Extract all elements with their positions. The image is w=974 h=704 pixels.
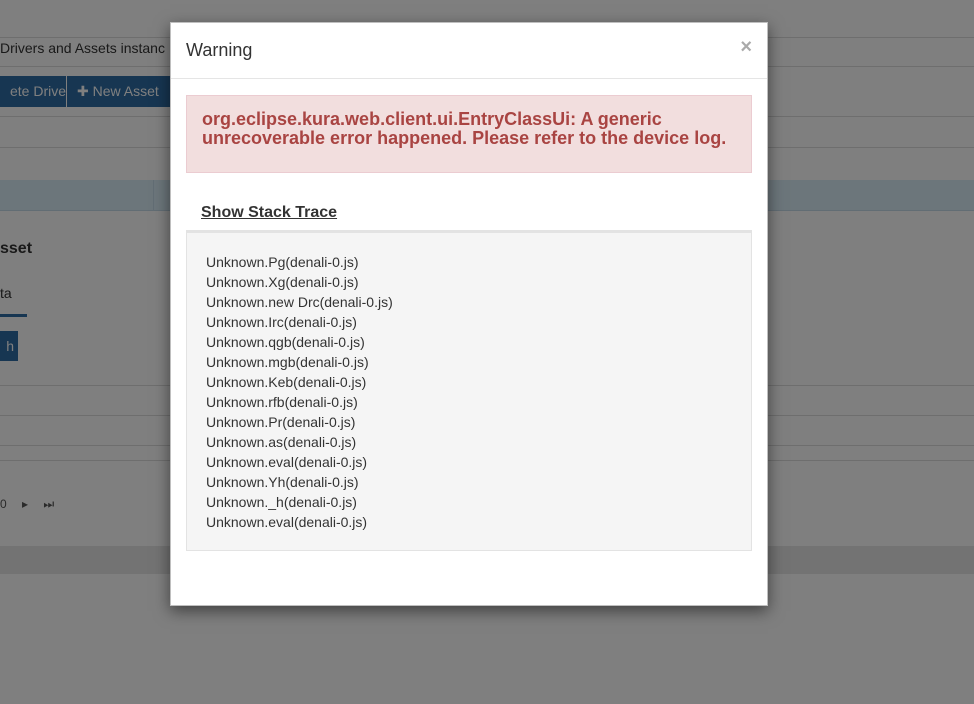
stack-trace-line: Unknown.as(denali-0.js) xyxy=(206,434,357,450)
stack-trace-line: Unknown.rfb(denali-0.js) xyxy=(206,394,358,410)
stack-trace-line: Unknown._h(denali-0.js) xyxy=(206,494,357,510)
close-icon[interactable]: × xyxy=(740,37,752,57)
warning-dialog: Warning × org.eclipse.kura.web.client.ui… xyxy=(170,22,768,606)
stack-trace-line: Unknown.Xg(denali-0.js) xyxy=(206,274,359,290)
show-stack-trace-link[interactable]: Show Stack Trace xyxy=(201,204,337,222)
stack-trace-line: Unknown.Yh(denali-0.js) xyxy=(206,474,359,490)
stack-trace-line: Unknown.new Drc(denali-0.js) xyxy=(206,294,393,310)
stack-trace-line: Unknown.Pr(denali-0.js) xyxy=(206,414,356,430)
stack-trace-line: Unknown.Irc(denali-0.js) xyxy=(206,314,357,330)
stack-trace-line: Unknown.mgb(denali-0.js) xyxy=(206,354,369,370)
stack-trace-line: Unknown.Keb(denali-0.js) xyxy=(206,374,367,390)
stack-trace-line: Unknown.eval(denali-0.js) xyxy=(206,454,368,470)
error-alert: org.eclipse.kura.web.client.ui.EntryClas… xyxy=(186,95,752,173)
stack-trace-line: Unknown.eval(denali-0.js) xyxy=(206,514,368,530)
error-message: org.eclipse.kura.web.client.ui.EntryClas… xyxy=(202,109,727,148)
dialog-header: Warning × xyxy=(171,23,767,79)
stack-trace-line: Unknown.Pg(denali-0.js) xyxy=(206,254,359,270)
dialog-title: Warning xyxy=(186,40,253,60)
stack-trace-panel: Unknown.Pg(denali-0.js) Unknown.Xg(denal… xyxy=(186,230,752,551)
stack-trace-line: Unknown.qgb(denali-0.js) xyxy=(206,334,365,350)
